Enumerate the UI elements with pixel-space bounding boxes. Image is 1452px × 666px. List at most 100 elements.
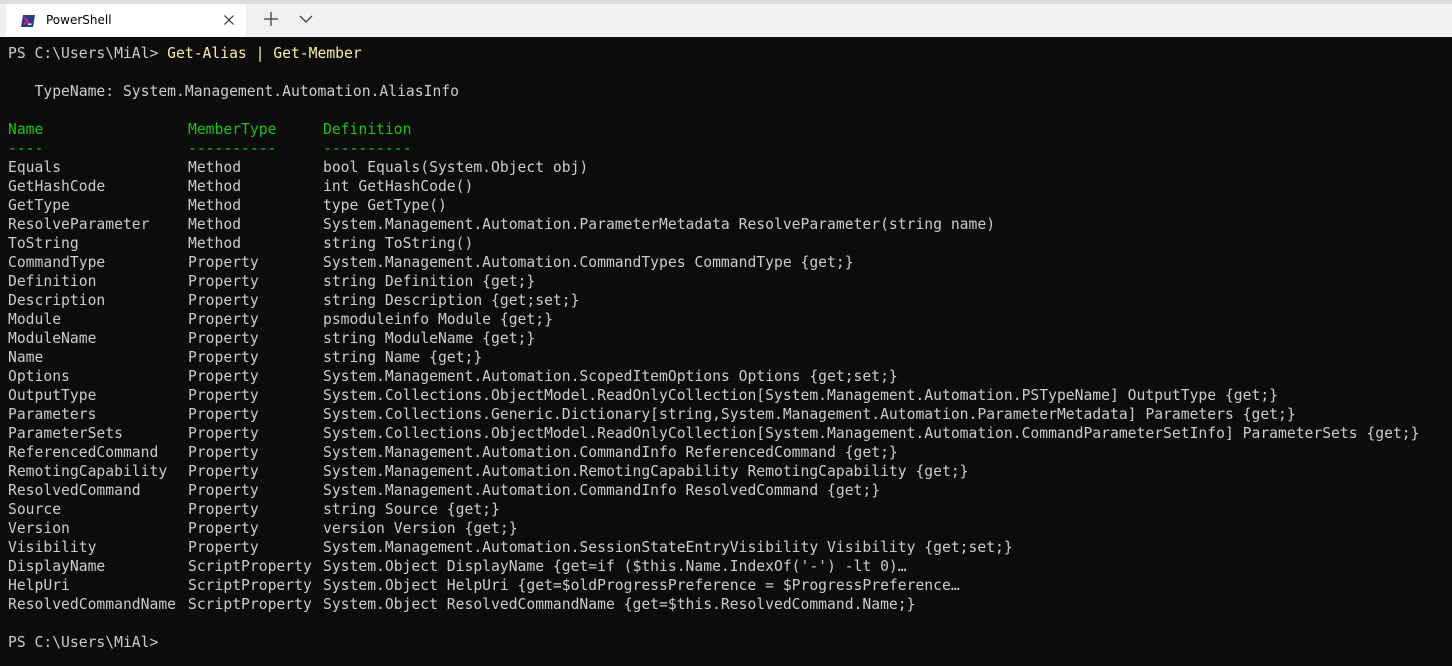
member-definition: System.Management.Automation.CommandInfo…: [323, 444, 898, 461]
table-row: ResolveParameter Method System.Management.…: [8, 215, 995, 234]
table-row: Visibility Property System.Management.Auto…: [8, 538, 1013, 557]
member-type: Property: [188, 292, 259, 309]
member-name: OutputType: [8, 387, 97, 404]
member-definition: string ToString(): [323, 235, 474, 252]
member-name: ModuleName: [8, 330, 97, 347]
member-type: Property: [188, 539, 259, 556]
member-name: Parameters: [8, 406, 97, 423]
member-type: Property: [188, 501, 259, 518]
header-name: Name: [8, 121, 44, 138]
header-definition: Definition: [323, 121, 412, 138]
member-name: Name: [8, 349, 44, 366]
command-text: Get-Alias | Get-Member: [167, 45, 362, 62]
member-name: Description: [8, 292, 106, 309]
member-type: Property: [188, 406, 259, 423]
member-definition: type GetType(): [323, 197, 447, 214]
table-row: CommandType Property System.Management.Aut…: [8, 253, 854, 272]
member-name: Definition: [8, 273, 97, 290]
table-row: ModuleName Property string ModuleName {get…: [8, 329, 535, 348]
member-type: Method: [188, 216, 242, 233]
member-name: Visibility: [8, 539, 97, 556]
member-definition: System.Object HelpUri {get=$oldProgressP…: [323, 577, 960, 594]
member-name: GetType: [8, 197, 70, 214]
separator-row: ---- ---------- ----------: [8, 139, 411, 158]
member-name: ToString: [8, 235, 79, 252]
tab-powershell[interactable]: PowerShell: [6, 4, 246, 37]
member-type: Property: [188, 368, 259, 385]
member-type: Property: [188, 330, 259, 347]
table-row: ResolvedCommandName ScriptProperty System.…: [8, 595, 915, 614]
member-definition: string Source {get;}: [323, 501, 500, 518]
separator-membertype: ----------: [188, 140, 277, 157]
member-definition: string Name {get;}: [323, 349, 483, 366]
member-name: GetHashCode: [8, 178, 106, 195]
close-icon[interactable]: [220, 11, 238, 29]
member-name: Equals: [8, 159, 62, 176]
table-row: DisplayName ScriptProperty System.Object D…: [8, 557, 907, 576]
member-definition: System.Management.Automation.ParameterMe…: [323, 216, 996, 233]
powershell-icon: [21, 15, 35, 27]
separator-definition: ----------: [323, 140, 412, 157]
member-definition: System.Object DisplayName {get=if ($this…: [323, 558, 907, 575]
tab-bar: PowerShell: [0, 0, 1452, 37]
header-row: Name MemberType Definition: [8, 120, 411, 139]
member-type: Property: [188, 349, 259, 366]
member-type: Method: [188, 197, 242, 214]
table-row: Definition Property string Definition {get…: [8, 272, 535, 291]
member-type: ScriptProperty: [188, 577, 312, 594]
member-type: Property: [188, 425, 259, 442]
member-definition: string ModuleName {get;}: [323, 330, 536, 347]
plus-icon[interactable]: [262, 10, 280, 28]
member-name: DisplayName: [8, 558, 106, 575]
member-name: RemotingCapability: [8, 463, 168, 480]
member-definition: string Description {get;set;}: [323, 292, 580, 309]
member-type: Method: [188, 178, 242, 195]
table-row: HelpUri ScriptProperty System.Object HelpU…: [8, 576, 960, 595]
table-row: ParameterSets Property System.Collections.…: [8, 424, 1420, 443]
table-row: GetType Method type GetType(): [8, 196, 447, 215]
table-row: RemotingCapability Property System.Managem…: [8, 462, 969, 481]
member-definition: string Definition {get;}: [323, 273, 536, 290]
table-row: Equals Method bool Equals(System.Object ob…: [8, 158, 588, 177]
table-row: ResolvedCommand Property System.Management…: [8, 481, 880, 500]
table-row: GetHashCode Method int GetHashCode(): [8, 177, 473, 196]
member-type: ScriptProperty: [188, 596, 312, 613]
terminal-window: PowerShell PS C:\Users\MiAl> Get-Alias |…: [0, 0, 1452, 666]
member-name: ParameterSets: [8, 425, 123, 442]
member-name: HelpUri: [8, 577, 70, 594]
member-name: ResolveParameter: [8, 216, 150, 233]
table-row: Module Property psmoduleinfo Module {get;}: [8, 310, 553, 329]
table-row: Source Property string Source {get;}: [8, 500, 500, 519]
member-definition: System.Management.Automation.RemotingCap…: [323, 463, 969, 480]
member-type: Property: [188, 482, 259, 499]
member-definition: System.Management.Automation.ScopedItemO…: [323, 368, 898, 385]
tab-title: PowerShell: [46, 13, 112, 27]
member-type: ScriptProperty: [188, 558, 312, 575]
member-type: Method: [188, 235, 242, 252]
member-name: Version: [8, 520, 70, 537]
member-type: Property: [188, 463, 259, 480]
member-type: Property: [188, 387, 259, 404]
member-type: Property: [188, 273, 259, 290]
member-name: Module: [8, 311, 62, 328]
chevron-down-icon[interactable]: [297, 10, 315, 28]
member-definition: System.Collections.Generic.Dictionary[st…: [323, 406, 1296, 423]
member-name: ResolvedCommand: [8, 482, 141, 499]
terminal-output[interactable]: PS C:\Users\MiAl> Get-Alias | Get-Member…: [0, 37, 1452, 666]
member-type: Property: [188, 311, 259, 328]
member-name: ReferencedCommand: [8, 444, 159, 461]
member-type: Property: [188, 254, 259, 271]
table-row: Parameters Property System.Collections.Gen…: [8, 405, 1296, 424]
member-name: Source: [8, 501, 62, 518]
member-type: Property: [188, 444, 259, 461]
member-definition: System.Collections.ObjectModel.ReadOnlyC…: [323, 387, 1279, 404]
typename-line: TypeName: System.Management.Automation.A…: [8, 83, 459, 100]
table-row: Description Property string Description {g…: [8, 291, 579, 310]
prompt: PS C:\Users\MiAl>: [8, 45, 168, 62]
member-name: Options: [8, 368, 70, 385]
member-type: Method: [188, 159, 242, 176]
final-prompt: PS C:\Users\MiAl>: [8, 634, 159, 651]
member-definition: System.Object ResolvedCommandName {get=$…: [323, 596, 916, 613]
table-row: Name Property string Name {get;}: [8, 348, 482, 367]
member-definition: System.Management.Automation.CommandType…: [323, 254, 854, 271]
